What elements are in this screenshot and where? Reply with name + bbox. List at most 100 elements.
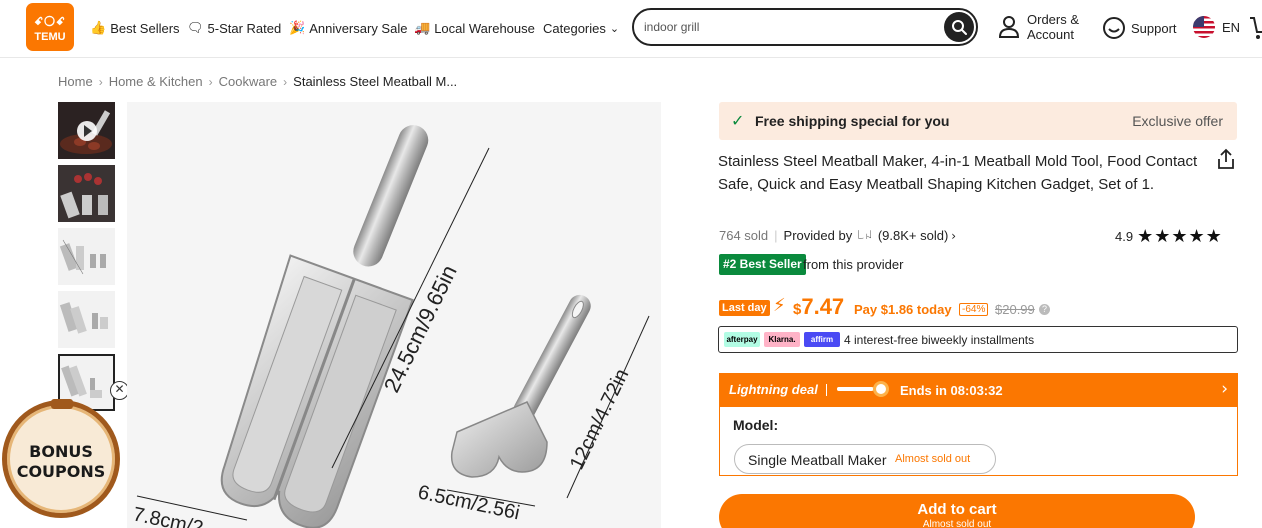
nav-label: Categories (543, 20, 606, 36)
best-seller-from: from this provider (803, 257, 904, 272)
info-icon[interactable]: ? (1039, 304, 1050, 315)
coupon-line1: BONUS (29, 442, 93, 461)
add-to-cart-button[interactable]: Add to cart Almost sold out (719, 494, 1195, 528)
language-label: EN (1222, 19, 1241, 35)
us-flag-icon (1193, 16, 1215, 38)
price-amount: 7.47 (801, 294, 845, 319)
provided-by-label: Provided by (783, 228, 853, 243)
support-label: Support (1131, 20, 1177, 36)
deal-progress-fill (837, 387, 873, 391)
installments-text: 4 interest-free biweekly installments (844, 333, 1035, 347)
dimension-width-label: 7.8cm/2. (131, 503, 211, 528)
nav-best-sellers[interactable]: 👍 Best Sellers (90, 18, 180, 38)
exclusive-offer-label: Exclusive offer (1132, 113, 1223, 129)
support-smile-icon (1103, 17, 1125, 39)
star-rating-icon: ★★★★★ (1137, 226, 1223, 247)
thumbnail-3[interactable] (58, 228, 115, 285)
current-price: $7.47 (793, 294, 844, 320)
model-option-name: Single Meatball Maker (748, 452, 887, 468)
coupon-line2: COUPONS (16, 462, 106, 481)
chevron-down-icon: ⌄ (609, 21, 620, 35)
discount-badge: -64% (959, 303, 989, 316)
breadcrumb: Home › Home & Kitchen › Cookware › Stain… (58, 74, 457, 89)
klarna-logo: Klarna. (764, 332, 800, 347)
sales-meta: 764 sold | Provided by ꒒ꈤ (9.8K+ sold) › (719, 228, 956, 243)
temu-logo[interactable]: ꗃ〇ꗃ TEMU (26, 3, 74, 51)
chevron-right-icon: › (283, 74, 288, 89)
model-selector: Model: Single Meatball Maker Almost sold… (719, 406, 1238, 476)
logo-text: TEMU (34, 31, 66, 43)
search-icon (952, 20, 967, 35)
progress-knob (873, 381, 889, 397)
language-selector[interactable]: EN (1192, 15, 1240, 39)
sold-count: 764 sold (719, 228, 769, 243)
nav-label: Best Sellers (110, 20, 180, 36)
top-header: ꗃ〇ꗃ TEMU 👍 Best Sellers 🗨 5-Star Rated 🎉… (0, 0, 1262, 58)
model-label: Model: (733, 417, 779, 433)
search-input[interactable] (644, 18, 934, 36)
truck-icon: 🚚 (414, 20, 431, 36)
thumbnail-2[interactable] (58, 165, 115, 222)
share-icon[interactable] (1216, 148, 1236, 170)
nav-label: 5-Star Rated (207, 20, 282, 36)
star-chat-icon: 🗨 (187, 20, 204, 36)
thumbnail-4-art (59, 302, 108, 334)
nav-categories[interactable]: Categories ⌄ (543, 18, 619, 38)
divider (826, 384, 827, 396)
account-label: Account (1027, 27, 1074, 42)
nav-label: Anniversary Sale (309, 20, 408, 36)
provider-sold-link[interactable]: (9.8K+ sold) (878, 228, 948, 243)
thumbnail-video[interactable] (58, 102, 115, 159)
breadcrumb-home-kitchen[interactable]: Home & Kitchen (109, 74, 203, 89)
support-link[interactable]: Support (1102, 16, 1177, 40)
nav-local-warehouse[interactable]: 🚚 Local Warehouse (414, 18, 535, 38)
shipping-text: Free shipping special for you (755, 113, 950, 129)
provider-logo: ꒒ꈤ (857, 231, 873, 242)
breadcrumb-current: Stainless Steel Meatball M... (293, 74, 458, 89)
nav-label: Local Warehouse (434, 20, 535, 36)
rating[interactable]: 4.9 ★★★★★ (1115, 226, 1223, 247)
lightning-deal-label: Lightning deal (729, 382, 818, 397)
model-option-status: Almost sold out (895, 453, 971, 465)
dimension-small-width-label: 6.5cm/2.56i (416, 481, 522, 524)
model-option-single[interactable]: Single Meatball Maker Almost sold out (734, 444, 996, 474)
main-product-image[interactable]: 24.5cm/9.65in 12cm/4.72in 6.5cm/2.56i 7.… (127, 102, 661, 528)
free-shipping-banner: ✓ Free shipping special for you Exclusiv… (719, 102, 1237, 140)
chevron-right-icon: › (951, 228, 957, 243)
deal-countdown: Ends in 08:03:32 (900, 383, 1003, 398)
meatball-maker-illustration: 24.5cm/9.65in 12cm/4.72in 6.5cm/2.56i 7.… (131, 125, 650, 528)
checkmark-icon: ✓ (731, 111, 745, 130)
thumbs-up-icon: 👍 (90, 20, 107, 36)
rating-value: 4.9 (1115, 229, 1134, 244)
chevron-right-icon: › (1221, 379, 1228, 399)
chevron-right-icon: › (208, 74, 213, 89)
nav-anniversary-sale[interactable]: 🎉 Anniversary Sale (289, 18, 407, 38)
logo-glyphs: ꗃ〇ꗃ (34, 15, 66, 28)
breadcrumb-home[interactable]: Home (58, 74, 93, 89)
orders-account-link[interactable]: Orders & Account (998, 12, 1079, 42)
best-seller-badge: #2 Best Seller (719, 254, 806, 275)
nav-five-star-rated[interactable]: 🗨 5-Star Rated (187, 18, 281, 38)
coupon-tab (51, 399, 73, 409)
add-to-cart-sub: Almost sold out (922, 519, 992, 528)
search-button[interactable] (944, 12, 974, 42)
original-price: $20.99 (995, 302, 1035, 317)
pay-today: Pay $1.86 today (854, 302, 952, 317)
orders-label: Orders & (1027, 12, 1080, 27)
breadcrumb-cookware[interactable]: Cookware (219, 74, 278, 89)
user-icon (998, 16, 1020, 38)
cart-icon[interactable] (1250, 14, 1262, 40)
product-title: Stainless Steel Meatball Maker, 4-in-1 M… (718, 153, 1198, 193)
lightning-bolt-icon: ⚡ (773, 295, 786, 316)
thumbnail-2-art (58, 165, 115, 222)
add-to-cart-label: Add to cart (917, 501, 997, 518)
afterpay-logo: afterpay (724, 332, 760, 347)
installments-box[interactable]: afterpay Klarna. affirm 4 interest-free … (718, 326, 1238, 353)
bonus-coupons-badge[interactable]: BONUS COUPONS (2, 399, 120, 518)
lightning-deal-bar[interactable]: Lightning deal Ends in 08:03:32 › (719, 373, 1238, 407)
chevron-right-icon: › (98, 74, 103, 89)
divider: | (774, 228, 778, 243)
party-icon: 🎉 (289, 20, 306, 36)
thumbnail-4[interactable] (58, 291, 115, 348)
last-day-badge: Last day (719, 300, 770, 316)
